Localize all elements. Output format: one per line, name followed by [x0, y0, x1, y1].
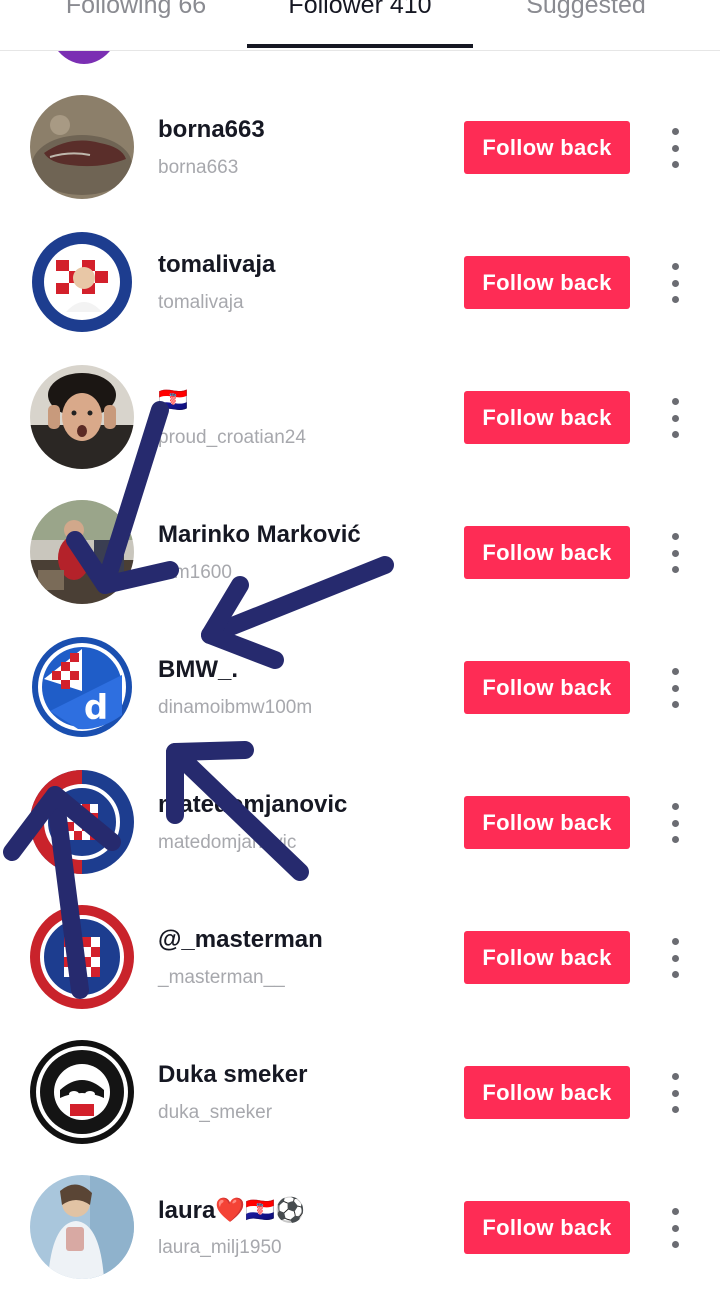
tab-follower[interactable]: Follower 410 [260, 0, 460, 20]
follow-back-button[interactable]: Follow back [464, 1066, 630, 1119]
follower-name[interactable]: 🇭🇷 [158, 386, 188, 415]
more-options-icon[interactable] [664, 668, 686, 708]
follower-handle: proud_croatian24 [158, 427, 306, 448]
follow-back-button[interactable]: Follow back [464, 796, 630, 849]
tab-following[interactable]: Following 66 [54, 0, 218, 20]
more-options-icon[interactable] [664, 533, 686, 573]
follower-name[interactable]: tomalivaja [158, 251, 275, 279]
follower-name[interactable]: matedomjanovic [158, 791, 347, 819]
list-item[interactable]: 🇭🇷 proud_croatian24 Follow back [0, 350, 720, 485]
more-options-icon[interactable] [664, 398, 686, 438]
list-item[interactable]: @_masterman _masterman__ Follow back [0, 890, 720, 1025]
avatar[interactable] [30, 95, 134, 199]
follower-handle: duka_smeker [158, 1102, 273, 1123]
follow-back-button[interactable]: Follow back [464, 931, 630, 984]
list-item[interactable]: borna663 borna663 Follow back [0, 80, 720, 215]
follower-handle: matedomjanovic [158, 832, 297, 853]
more-options-icon[interactable] [664, 128, 686, 168]
avatar[interactable] [30, 365, 134, 469]
list-item[interactable]: Marinko Marković mm1600 Follow back [0, 485, 720, 620]
follower-handle: mm1600 [158, 562, 232, 583]
avatar[interactable] [30, 500, 134, 604]
follow-tabs-bar: Following 66 Follower 410 Suggested [0, 0, 720, 51]
list-item[interactable]: laura❤️🇭🇷⚽ laura_milj1950 Follow back [0, 1160, 720, 1295]
svg-text:d: d [84, 688, 108, 728]
follower-name[interactable]: borna663 [158, 116, 265, 144]
follow-back-button[interactable]: Follow back [464, 661, 630, 714]
more-options-icon[interactable] [664, 1073, 686, 1113]
more-options-icon[interactable] [664, 803, 686, 843]
follower-name[interactable]: @_masterman [158, 926, 323, 954]
follow-back-button[interactable]: Follow back [464, 256, 630, 309]
follower-name[interactable]: BMW_. [158, 656, 238, 684]
follower-handle: borna663 [158, 157, 239, 178]
tab-suggested[interactable]: Suggested [516, 0, 656, 20]
follower-name[interactable]: laura❤️🇭🇷⚽ [158, 1196, 305, 1225]
follow-back-button[interactable]: Follow back [464, 1201, 630, 1254]
avatar[interactable] [30, 230, 134, 334]
list-item[interactable]: Duka smeker duka_smeker Follow back [0, 1025, 720, 1160]
follower-name[interactable]: Marinko Marković [158, 521, 361, 549]
list-item[interactable]: matedomjanovic matedomjanovic Follow bac… [0, 755, 720, 890]
follower-handle: tomalivaja [158, 292, 244, 313]
avatar[interactable] [30, 1040, 134, 1144]
avatar[interactable] [30, 1175, 134, 1279]
follow-back-button[interactable]: Follow back [464, 121, 630, 174]
follower-name[interactable]: Duka smeker [158, 1061, 307, 1089]
avatar[interactable]: d [30, 635, 134, 739]
follower-handle: laura_milj1950 [158, 1237, 282, 1258]
avatar[interactable] [30, 770, 134, 874]
follow-back-button[interactable]: Follow back [464, 391, 630, 444]
follower-handle: dinamoibmw100m [158, 697, 313, 718]
follow-back-button[interactable]: Follow back [464, 526, 630, 579]
more-options-icon[interactable] [664, 938, 686, 978]
list-item[interactable]: tomalivaja tomalivaja Follow back [0, 215, 720, 350]
more-options-icon[interactable] [664, 1208, 686, 1248]
list-item[interactable]: d BMW_. dinamoibmw100m Follow back [0, 620, 720, 755]
follower-handle: _masterman__ [158, 967, 285, 988]
more-options-icon[interactable] [664, 263, 686, 303]
active-tab-indicator [247, 44, 473, 48]
avatar[interactable] [30, 905, 134, 1009]
